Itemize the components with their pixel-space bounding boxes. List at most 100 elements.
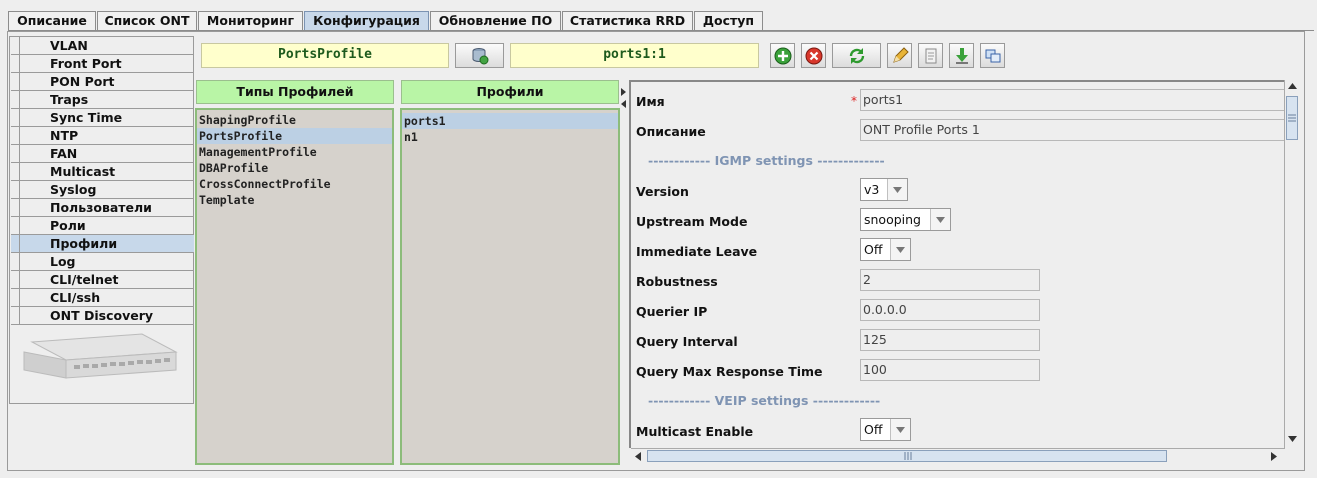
sidebar-item-vlan[interactable]: VLAN: [11, 37, 194, 55]
link-icon: [985, 49, 1000, 62]
device-image: [23, 333, 178, 379]
database-icon: [472, 47, 488, 64]
download-icon: [955, 47, 968, 64]
robustness-label: Robustness: [636, 274, 718, 289]
add-button[interactable]: [770, 43, 795, 68]
sidebar-item-cli-telnet[interactable]: CLI/telnet: [11, 271, 194, 289]
sidebar-item-profiles[interactable]: Профили: [11, 235, 194, 253]
multicast-enable-label: Multicast Enable: [636, 424, 754, 439]
copy-icon: [925, 48, 936, 63]
sidebar-item-label: CLI/telnet: [50, 272, 119, 287]
tab-configuration[interactable]: Конфигурация: [304, 11, 429, 32]
query-interval-label: Query Interval: [636, 334, 738, 349]
sidebar-item-log[interactable]: Log: [11, 253, 194, 271]
description-label: Описание: [636, 124, 706, 139]
list-item[interactable]: ShapingProfile: [197, 112, 392, 128]
sidebar-item-traps[interactable]: Traps: [11, 91, 194, 109]
sidebar-item-ntp[interactable]: NTP: [11, 127, 194, 145]
chevron-down-icon: [930, 209, 950, 230]
list-item[interactable]: n1: [402, 129, 618, 145]
tab-monitoring[interactable]: Мониторинг: [198, 11, 303, 31]
upstream-mode-select[interactable]: snooping: [860, 208, 951, 231]
sidebar-item-label: Роли: [50, 218, 86, 233]
sidebar-item-label: NTP: [50, 128, 79, 143]
list-item[interactable]: DBAProfile: [197, 160, 392, 176]
sidebar-item-syslog[interactable]: Syslog: [11, 181, 194, 199]
scroll-right-icon[interactable]: [1271, 452, 1277, 461]
list-item[interactable]: PortsProfile: [197, 128, 392, 144]
splitter-handle-icon[interactable]: [621, 88, 627, 108]
profiles-list: ports1 n1: [400, 108, 620, 465]
sidebar-item-label: ONT Discovery: [50, 308, 154, 323]
sidebar-item-fan[interactable]: FAN: [11, 145, 194, 163]
sidebar-item-pon-port[interactable]: PON Port: [11, 73, 194, 91]
tab-firmware-update[interactable]: Обновление ПО: [430, 11, 561, 31]
immediate-leave-value: Off: [864, 242, 883, 257]
profiles-header: Профили: [401, 80, 619, 104]
tab-description[interactable]: Описание: [8, 11, 96, 31]
sidebar-item-label: Traps: [50, 92, 89, 107]
scroll-up-icon[interactable]: [1288, 83, 1297, 89]
multicast-enable-select[interactable]: Off: [860, 418, 911, 441]
tab-ont-list[interactable]: Список ONT: [97, 11, 197, 31]
sidebar-item-ont-discovery[interactable]: ONT Discovery: [11, 307, 194, 325]
scroll-down-icon[interactable]: [1288, 436, 1297, 442]
multicast-enable-value: Off: [864, 422, 883, 437]
horizontal-scrollbar[interactable]: [631, 448, 1285, 463]
description-field[interactable]: ONT Profile Ports 1: [860, 119, 1284, 141]
vertical-scroll-thumb[interactable]: [1286, 96, 1298, 140]
chevron-down-icon: [890, 419, 910, 440]
sidebar-item-label: Front Port: [50, 56, 122, 71]
horizontal-scroll-thumb[interactable]: [647, 450, 1167, 462]
sidebar-item-multicast[interactable]: Multicast: [11, 163, 194, 181]
tab-rrd-statistics[interactable]: Статистика RRD: [562, 11, 693, 31]
query-max-response-field[interactable]: 100: [860, 359, 1040, 381]
immediate-leave-select[interactable]: Off: [860, 238, 911, 261]
list-item[interactable]: CrossConnectProfile: [197, 176, 392, 192]
refresh-button[interactable]: [832, 43, 881, 68]
vertical-scrollbar[interactable]: [1284, 80, 1299, 448]
tab-access[interactable]: Доступ: [694, 11, 763, 31]
delete-button[interactable]: [801, 43, 826, 68]
download-button[interactable]: [949, 43, 974, 68]
database-button[interactable]: [455, 43, 504, 68]
sidebar-item-roles[interactable]: Роли: [11, 217, 194, 235]
profile-form: Имя * ports1 Описание ONT Profile Ports …: [629, 80, 1284, 448]
version-select[interactable]: v3: [860, 178, 908, 201]
link-button[interactable]: [980, 43, 1005, 68]
add-icon: [774, 47, 791, 64]
immediate-leave-label: Immediate Leave: [636, 244, 758, 259]
sidebar-item-sync-time[interactable]: Sync Time: [11, 109, 194, 127]
igmp-section-title: ------------ IGMP settings -------------: [648, 153, 885, 168]
veip-section-title: ------------ VEIP settings -------------: [648, 393, 881, 408]
sidebar-item-label: Sync Time: [50, 110, 123, 125]
sidebar-item-label: Пользователи: [50, 200, 152, 215]
querier-ip-label: Querier IP: [636, 304, 708, 319]
edit-button[interactable]: [887, 43, 912, 68]
copy-button[interactable]: [918, 43, 943, 68]
scroll-left-icon[interactable]: [635, 452, 641, 461]
profile-name-field: ports1:1: [510, 43, 759, 68]
version-value: v3: [864, 182, 880, 197]
profile-types-header: Типы Профилей: [196, 80, 394, 104]
list-item[interactable]: ports1: [402, 113, 618, 129]
sidebar-item-cli-ssh[interactable]: CLI/ssh: [11, 289, 194, 307]
sidebar-item-front-port[interactable]: Front Port: [11, 55, 194, 73]
profile-types-list: ShapingProfile PortsProfile ManagementPr…: [195, 108, 394, 465]
sidebar-item-label: Log: [50, 254, 76, 269]
upstream-mode-value: snooping: [864, 212, 921, 227]
list-item[interactable]: ManagementProfile: [197, 144, 392, 160]
required-marker: *: [851, 94, 857, 108]
sidebar-item-users[interactable]: Пользователи: [11, 199, 194, 217]
version-label: Version: [636, 184, 689, 199]
upstream-mode-label: Upstream Mode: [636, 214, 748, 229]
sidebar-item-label: Syslog: [50, 182, 97, 197]
name-field[interactable]: ports1: [860, 89, 1284, 111]
list-item[interactable]: Template: [197, 192, 392, 208]
robustness-field[interactable]: 2: [860, 269, 1040, 291]
sidebar-item-label: VLAN: [50, 38, 88, 53]
query-max-response-label: Query Max Response Time: [636, 364, 823, 379]
querier-ip-field[interactable]: 0.0.0.0: [860, 299, 1040, 321]
refresh-icon: [849, 47, 864, 64]
query-interval-field[interactable]: 125: [860, 329, 1040, 351]
